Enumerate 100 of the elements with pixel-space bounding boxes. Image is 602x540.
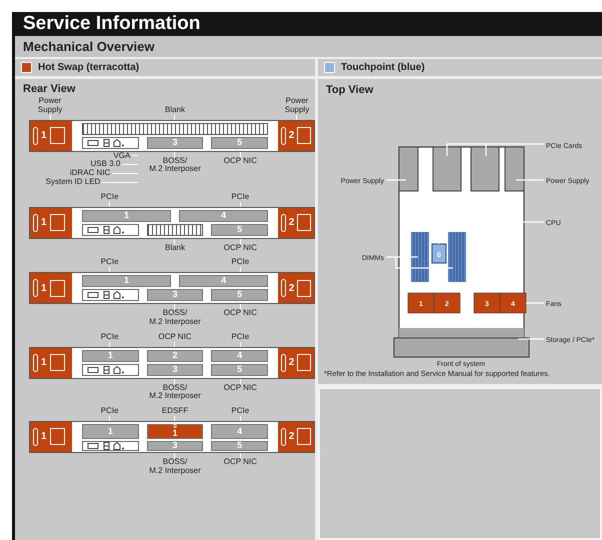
handle-icon — [281, 279, 286, 298]
leader-line — [526, 302, 544, 304]
legend-label: Touchpoint (blue) — [341, 62, 425, 73]
slot-number: 1 — [172, 430, 178, 438]
callout-label: PCIe — [231, 332, 250, 342]
bay-number: 2 — [288, 282, 294, 294]
pcie-card-block — [470, 146, 500, 192]
expansion-slot: 2 — [146, 350, 204, 362]
square-outline — [50, 428, 65, 446]
bay-number: 2 — [288, 130, 294, 142]
leader-line — [102, 182, 138, 183]
expansion-slot: 3 — [146, 136, 204, 149]
expansion-slot: 1 — [82, 210, 171, 222]
bay-number: 1 — [41, 130, 47, 142]
leader-line — [122, 164, 138, 166]
callout-label: iDRAC NIC — [70, 169, 110, 178]
square-outline — [297, 214, 311, 232]
panel-title: Rear View — [23, 83, 76, 95]
square-outline — [50, 354, 65, 372]
callout-label: PCIe — [100, 407, 119, 416]
expansion-slot: 4 — [211, 424, 268, 439]
expansion-slot: 4 — [179, 275, 268, 288]
leader-line — [516, 179, 544, 181]
leader-line — [385, 256, 454, 269]
handle-icon — [281, 214, 286, 232]
callout-label: Blank — [164, 106, 185, 115]
callout-label: BOSS/ M.2 Interposer — [149, 309, 201, 327]
expansion-slot: 4 — [179, 210, 268, 222]
square-outline — [297, 280, 311, 297]
expansion-slot: 1 — [82, 424, 139, 439]
expansion-slot: 1 — [82, 275, 171, 288]
callout-label: BOSS/ M.2 Interposer — [149, 156, 201, 174]
square-outline — [50, 214, 65, 232]
leader-line — [386, 179, 406, 181]
callout-label: Power Supply — [36, 97, 64, 115]
square-outline — [50, 127, 65, 144]
expansion-slot: 5 — [211, 224, 268, 236]
expansion-slot: 3 — [146, 440, 204, 451]
expansion-slot: 5 — [211, 136, 268, 149]
callout-label: Power Supply — [284, 97, 310, 115]
leader-line — [518, 338, 544, 340]
callout-label: PCIe — [231, 192, 250, 202]
fan-block — [408, 292, 434, 314]
bay-number: 2 — [288, 217, 294, 228]
handle-icon — [33, 214, 38, 232]
cpu-block — [432, 244, 446, 264]
expansion-slot: 5 — [211, 289, 268, 302]
handle-icon — [33, 354, 38, 372]
square-outline — [297, 354, 311, 372]
handle-icon — [33, 126, 38, 145]
callout-label: OCP NIC — [158, 332, 192, 342]
expansion-slot: 4 — [211, 350, 268, 362]
section-heading: Mechanical Overview — [15, 36, 602, 59]
vent-grill — [146, 224, 204, 236]
square-outline — [297, 127, 311, 144]
callout-label: PCIe — [231, 258, 250, 268]
bay-number: 1 — [41, 282, 47, 294]
callout-label: PCIe — [231, 407, 250, 416]
square-outline — [297, 428, 311, 446]
pcie-card-block — [432, 146, 462, 192]
power-supply-block — [504, 146, 524, 192]
legend-label: Hot Swap (terracotta) — [38, 62, 140, 73]
panel-title: Top View — [326, 84, 374, 96]
bay-number: 1 — [41, 357, 47, 368]
callout-label: OCP NIC — [224, 384, 257, 392]
fan-block — [500, 292, 526, 314]
leader-line — [132, 155, 138, 156]
callout-label: EDSFF — [162, 407, 188, 416]
power-supply-block — [398, 146, 418, 192]
handle-icon — [33, 279, 38, 298]
callout-label: OCP NIC — [224, 309, 257, 318]
page-title: Service Information — [15, 12, 602, 36]
expansion-slot: 1 — [82, 350, 139, 362]
callout-label: OCP NIC — [224, 156, 257, 166]
fan-block — [474, 292, 500, 314]
expansion-slot: 3 — [146, 289, 204, 302]
expansion-slot: 3 — [146, 364, 204, 376]
expansion-slot: 5 — [211, 364, 268, 376]
dimm-bank — [411, 232, 429, 282]
expansion-slot: 5 — [211, 440, 268, 451]
callout-label: USB 3.0 — [90, 160, 120, 169]
bay-number: 2 — [288, 357, 294, 368]
bay-number: 1 — [41, 217, 47, 228]
handle-icon — [281, 428, 286, 446]
handle-icon — [281, 354, 286, 372]
callout-label: System ID LED — [46, 178, 100, 187]
callout-label: PCIe — [100, 258, 119, 268]
callout-label: OCP NIC — [224, 244, 257, 252]
bay-number: 1 — [41, 431, 47, 442]
callout-label: VGA — [113, 152, 130, 160]
callout-label: PCIe — [100, 192, 119, 202]
callout-label: PCIe — [100, 332, 119, 342]
handle-icon — [33, 428, 38, 446]
callout-label: BOSS/ M.2 Interposer — [149, 458, 201, 476]
bay-number: 2 — [288, 431, 294, 442]
square-outline — [50, 280, 65, 297]
handle-icon — [281, 126, 286, 145]
dimm-bank — [448, 232, 466, 282]
leader-line — [112, 173, 138, 174]
callout-label: Blank — [164, 244, 185, 252]
